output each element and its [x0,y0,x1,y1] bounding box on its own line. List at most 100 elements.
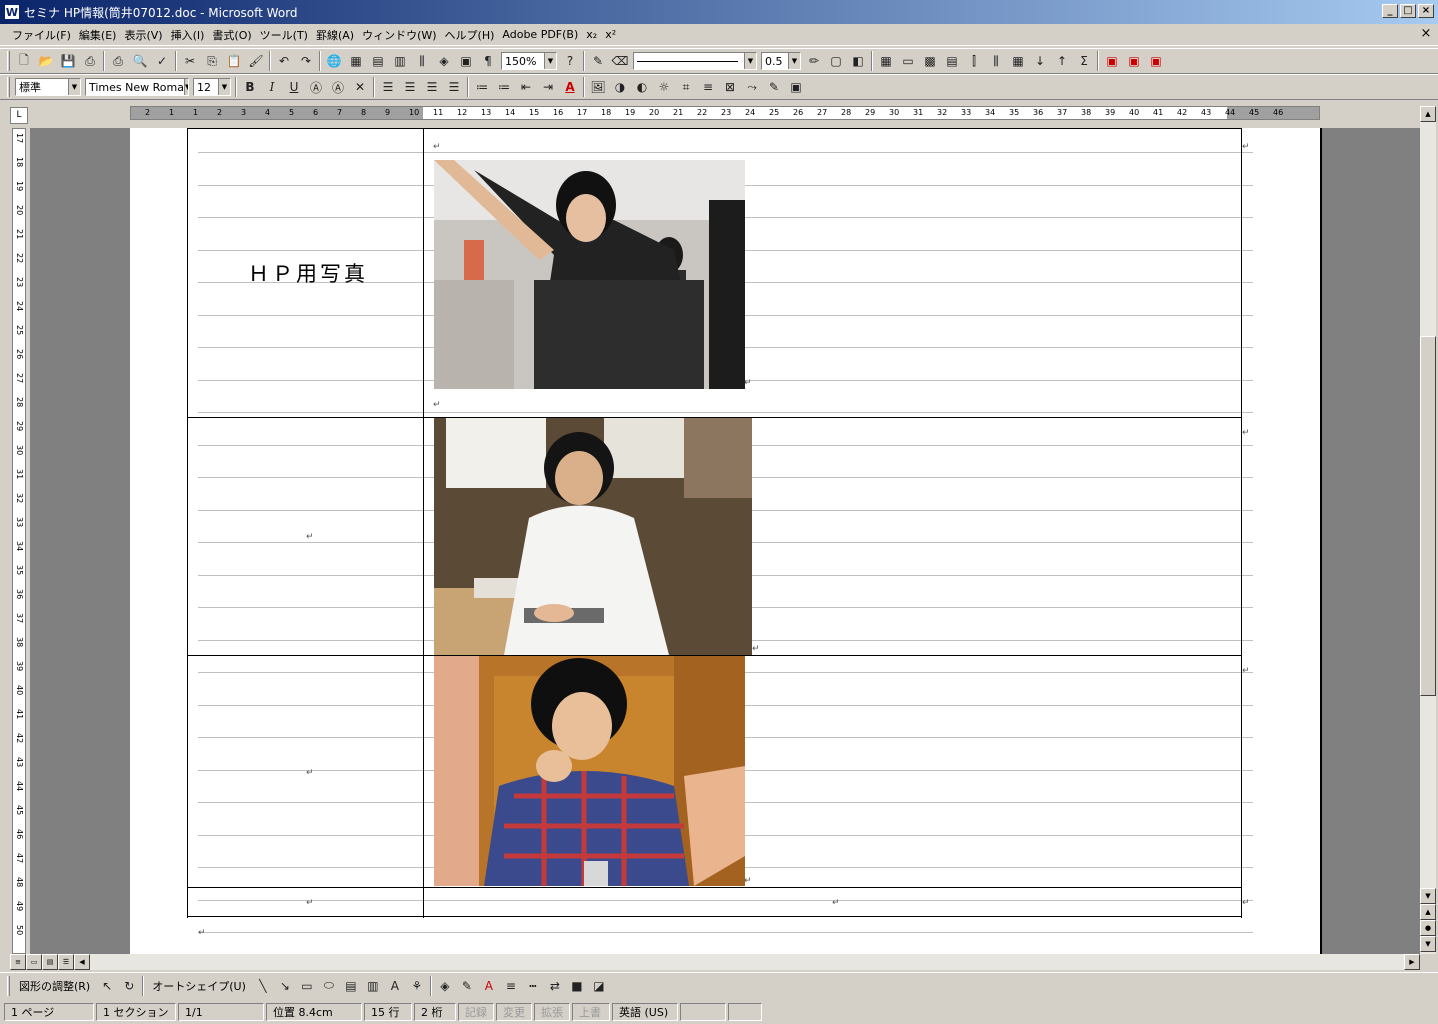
scroll-left-icon[interactable]: ◀ [74,954,90,970]
menu-superscript[interactable]: x² [601,28,620,41]
oval-icon[interactable]: ⬭ [318,975,340,997]
line-width-combo[interactable]: 0.5 ▼ [761,52,801,70]
align-center-icon[interactable]: ☰ [399,76,421,98]
normal-view-icon[interactable]: ≡ [10,954,26,970]
align-right-icon[interactable]: ☰ [421,76,443,98]
italic-button[interactable]: I [261,76,283,98]
line-style-combo[interactable]: ▼ [633,52,757,70]
vertical-textbox-icon[interactable]: ▥ [362,975,384,997]
menu-file[interactable]: ファイル(F) [8,27,75,43]
document-page[interactable]: ＨＰ用写真 ↵ ↵ ↵ ↵ ↵ ↵ ↵ ↵ ↵ ↵ ↵ ↵ ↵ ↵ [130,128,1322,954]
menu-table[interactable]: 罫線(A) [312,27,358,43]
distribute-rows-icon[interactable]: ⫿ [963,50,985,72]
menu-subscript[interactable]: x₂ [582,28,601,41]
browse-object-icon[interactable]: ● [1420,920,1436,936]
undo-icon[interactable]: ↶ [273,50,295,72]
pdf-review-icon[interactable]: ▣ [1145,50,1167,72]
copy-icon[interactable]: ⎘ [201,50,223,72]
rotate-icon[interactable]: ↻ [118,975,140,997]
print-icon[interactable]: ⎙ [107,50,129,72]
next-page-icon[interactable]: ▼ [1420,936,1436,952]
clipart-icon[interactable]: ⚘ [406,975,428,997]
autoformat-icon[interactable]: ▦ [1007,50,1029,72]
shadow-icon[interactable]: ■ [566,975,588,997]
print-view-icon[interactable]: ▤ [42,954,58,970]
status-ext[interactable]: 拡張 [534,1003,570,1021]
vertical-ruler[interactable]: 17 18 19 20 21 22 23 24 25 26 27 28 29 30 31 32 33 34 35 36… [12,128,26,954]
zoom-combo[interactable]: 150% ▼ [501,52,557,70]
sort-asc-icon[interactable]: ↓ [1029,50,1051,72]
arrow-icon[interactable]: ↘ [274,975,296,997]
columns-icon[interactable]: ⫼ [411,50,433,72]
border-color-icon[interactable]: ✏ [803,50,825,72]
open-icon[interactable]: 📂 [35,50,57,72]
arrow-style-icon[interactable]: ⇄ [544,975,566,997]
sort-desc-icon[interactable]: ↑ [1051,50,1073,72]
format-picture-icon[interactable]: ✎ [763,76,785,98]
font-size-combo[interactable]: 12 ▼ [193,78,231,96]
word-app-icon[interactable]: W [4,4,20,20]
pen-icon[interactable]: ✎ [587,50,609,72]
table-icon[interactable]: ▦ [345,50,367,72]
decrease-indent-icon[interactable]: ⇤ [515,76,537,98]
web-view-icon[interactable]: ▭ [26,954,42,970]
insert-table-icon[interactable]: ▤ [367,50,389,72]
rectangle-icon[interactable]: ▭ [296,975,318,997]
drawing-icon[interactable]: ◈ [433,50,455,72]
merge-cells-icon[interactable]: ▭ [897,50,919,72]
new-icon[interactable]: 🗋 [13,50,35,72]
maximize-button[interactable]: □ [1400,4,1416,18]
tab-selector[interactable]: L [10,107,28,124]
char-border-icon[interactable]: Ⓐ [305,76,327,98]
scroll-right-icon[interactable]: ▶ [1404,954,1420,970]
showhide-icon[interactable]: ¶ [477,50,499,72]
insert-picture-icon[interactable]: 🖼 [587,76,609,98]
distribute-cols-icon[interactable]: ⫼ [985,50,1007,72]
bullets-icon[interactable]: ≔ [493,76,515,98]
preview-icon[interactable]: 🔍 [129,50,151,72]
toolbar-grip[interactable] [7,51,10,71]
status-rec[interactable]: 記録 [458,1003,494,1021]
menu-insert[interactable]: 挿入(I) [167,27,209,43]
horizontal-scrollbar[interactable]: ≡ ▭ ▤ ☰ ◀ ▶ [10,954,1420,970]
text-wrap-icon[interactable]: ⤳ [741,76,763,98]
toolbar-grip[interactable] [7,975,10,996]
scroll-up-icon[interactable]: ▲ [1420,106,1436,122]
excel-icon[interactable]: ▥ [389,50,411,72]
document-close-button[interactable]: × [1418,27,1434,42]
status-trk[interactable]: 変更 [496,1003,532,1021]
line-icon[interactable]: ╲ [252,975,274,997]
line-color-icon[interactable]: ✎ [456,975,478,997]
chevron-down-icon[interactable]: ▼ [218,79,230,95]
bold-button[interactable]: B [239,76,261,98]
chevron-down-icon[interactable]: ▼ [68,79,80,95]
hyperlink-icon[interactable]: 🌐 [323,50,345,72]
autoshape-menu[interactable]: オートシェイプ(U) [146,978,252,994]
pdf-mail-icon[interactable]: ▣ [1123,50,1145,72]
font-color-button[interactable]: A [559,76,581,98]
docmap-icon[interactable]: ▣ [455,50,477,72]
adjust-shapes-menu[interactable]: 図形の調整(R) [13,978,96,994]
split-cells-icon[interactable]: ▩ [919,50,941,72]
redo-icon[interactable]: ↷ [295,50,317,72]
insert-table-grid-icon[interactable]: ▦ [875,50,897,72]
char-shading-icon[interactable]: Ⓐ [327,76,349,98]
menu-help[interactable]: ヘルプ(H) [441,27,499,43]
font-combo[interactable]: Times New Roma▼ [85,78,189,96]
line-style-icon[interactable]: ≡ [697,76,719,98]
chevron-down-icon[interactable]: ▼ [744,53,756,69]
3d-icon[interactable]: ◪ [588,975,610,997]
style-combo[interactable]: 標準 ▼ [15,78,81,96]
photo-2[interactable] [434,418,752,655]
photo-label[interactable]: ＨＰ用写真 [248,258,368,288]
minimize-button[interactable]: _ [1382,4,1398,18]
menu-edit[interactable]: 編集(E) [75,27,121,43]
menu-tools[interactable]: ツール(T) [256,27,312,43]
menu-view[interactable]: 表示(V) [120,27,166,43]
format-painter-icon[interactable]: 🖌 [245,50,267,72]
underline-button[interactable]: U [283,76,305,98]
close-button[interactable]: × [1418,4,1434,18]
contrast-icon[interactable]: ◐ [631,76,653,98]
line-style-icon[interactable]: ≡ [500,975,522,997]
chevron-down-icon[interactable]: ▼ [183,79,188,95]
